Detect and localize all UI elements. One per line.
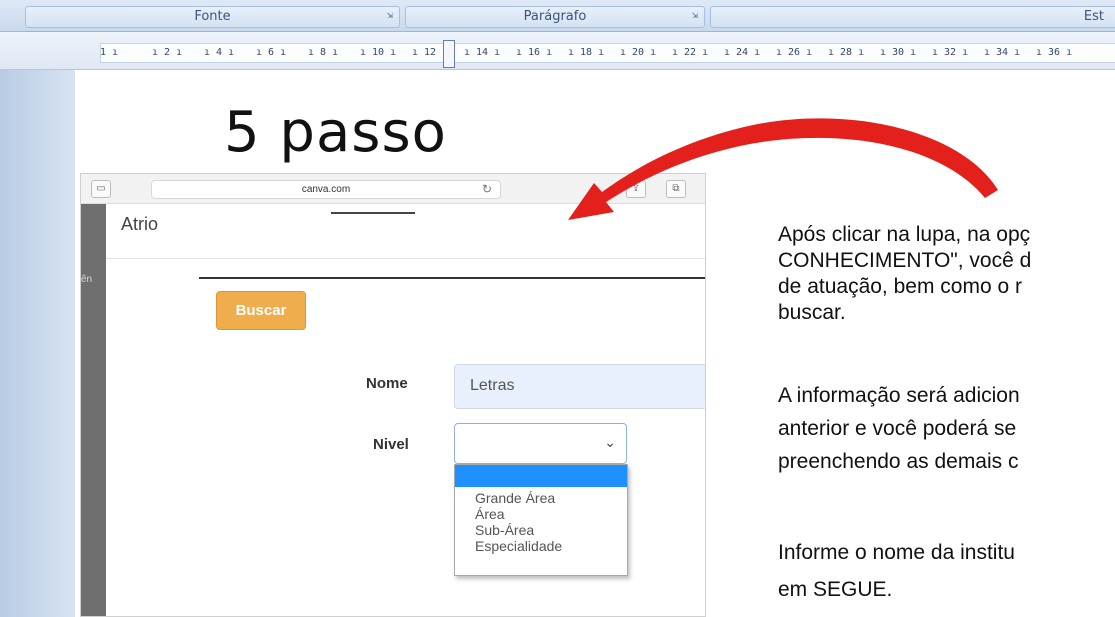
header-divider: [106, 258, 705, 259]
font-dialog-launcher-icon[interactable]: ⇲: [387, 10, 393, 21]
indent-marker-icon[interactable]: [443, 40, 455, 68]
ruler-mark: ı 22 ı: [672, 47, 709, 58]
chevron-down-icon: ⌄: [604, 434, 616, 450]
instruction-paragraph-2: A informação será adicion anterior e voc…: [778, 383, 1115, 482]
dropdown-option-blank: [455, 465, 627, 487]
ribbon-group-styles[interactable]: Est: [710, 6, 1115, 28]
ruler-mark: ı 10 ı: [360, 47, 397, 58]
step-title: 5 passo: [224, 100, 447, 165]
sidebar-toggle-icon: ▭: [91, 180, 111, 198]
side-strip: ên: [81, 204, 106, 616]
ruler-mark: ı 2 ı: [152, 47, 183, 58]
ruler-mark: ı 4 ı: [204, 47, 235, 58]
ruler-mark: ı 12 ı: [412, 47, 449, 58]
dropdown-option: Especialidade: [475, 538, 563, 554]
reload-icon: ↻: [481, 182, 492, 196]
embedded-browser-screenshot: ▭ canva.com ↻ ⇪ ⧉ ên Atrio Buscar Nome L…: [80, 173, 706, 617]
dropdown-option: Área: [475, 506, 505, 522]
nome-label: Nome: [366, 375, 408, 392]
word-ribbon: Fonte ⇲ Parágrafo ⇲ Est: [0, 0, 1115, 32]
nivel-dropdown: Grande Área Área Sub-Área Especialidade: [454, 464, 628, 576]
ruler-mark: ı 16 ı: [516, 47, 553, 58]
side-strip-label: ên: [81, 274, 93, 285]
ruler-mark: ı 24 ı: [724, 47, 761, 58]
ruler-mark: ı 20 ı: [620, 47, 657, 58]
instruction-line: A informação será adicion: [778, 384, 1020, 407]
section-rule: [199, 277, 705, 279]
red-arrow-icon: [568, 118, 998, 220]
instruction-line: anterior e você poderá se: [778, 417, 1017, 440]
ruler-marks: 1 ı ı 2 ı ı 4 ı ı 6 ı ı 8 ı ı 10 ı ı 12 ı ı 14 …: [100, 44, 1088, 62]
instruction-line: Informe o nome da institu: [778, 541, 1015, 564]
nivel-label: Nivel: [373, 436, 409, 453]
address-bar: canva.com ↻: [151, 180, 501, 199]
left-pane: [0, 70, 75, 617]
instruction-line: buscar.: [778, 301, 846, 324]
instruction-line: preenchendo as demais c: [778, 450, 1019, 473]
instruction-line: em SEGUE.: [778, 578, 893, 601]
ruler-mark: ı 18 ı: [568, 47, 605, 58]
ribbon-group-styles-label: Est: [1083, 9, 1104, 24]
ruler-mark: ı 26 ı: [776, 47, 813, 58]
buscar-button: Buscar: [216, 291, 306, 330]
address-url: canva.com: [301, 184, 351, 195]
instruction-line: CONHECIMENTO", você d: [778, 249, 1032, 272]
dropdown-option: Sub-Área: [475, 522, 535, 538]
instruction-line: Após clicar na lupa, na opç: [778, 223, 1031, 246]
ribbon-group-font[interactable]: Fonte ⇲: [25, 6, 400, 28]
nav-underline: [331, 212, 415, 214]
ribbon-group-paragraph-label: Parágrafo: [523, 9, 587, 24]
ruler-mark: ı 36 ı: [1036, 47, 1073, 58]
ruler-mark: 1 ı: [100, 47, 119, 58]
ruler-mark: ı 14 ı: [464, 47, 501, 58]
ribbon-group-font-label: Fonte: [194, 9, 231, 24]
ruler-mark: ı 32 ı: [932, 47, 969, 58]
instruction-line: de atuação, bem como o r: [778, 275, 1022, 298]
instruction-paragraph-3: Informe o nome da institu em SEGUE.: [778, 540, 1115, 614]
ribbon-group-paragraph[interactable]: Parágrafo ⇲: [405, 6, 705, 28]
ruler-mark: ı 28 ı: [828, 47, 865, 58]
dropdown-option: Grande Área: [475, 490, 556, 506]
ruler-mark: ı 30 ı: [880, 47, 917, 58]
nivel-select: ⌄: [454, 423, 627, 464]
ruler-mark: ı 8 ı: [308, 47, 339, 58]
paragraph-dialog-launcher-icon[interactable]: ⇲: [692, 10, 698, 21]
horizontal-ruler[interactable]: 1 ı ı 2 ı ı 4 ı ı 6 ı ı 8 ı ı 10 ı ı 12 ı ı 14 …: [0, 32, 1115, 70]
ruler-mark: ı 34 ı: [984, 47, 1021, 58]
ruler-mark: ı 6 ı: [256, 47, 287, 58]
nome-input: Letras: [454, 364, 705, 409]
instruction-paragraph-1: Após clicar na lupa, na opç CONHECIMENTO…: [778, 222, 1115, 326]
site-brand: Atrio: [121, 214, 159, 234]
